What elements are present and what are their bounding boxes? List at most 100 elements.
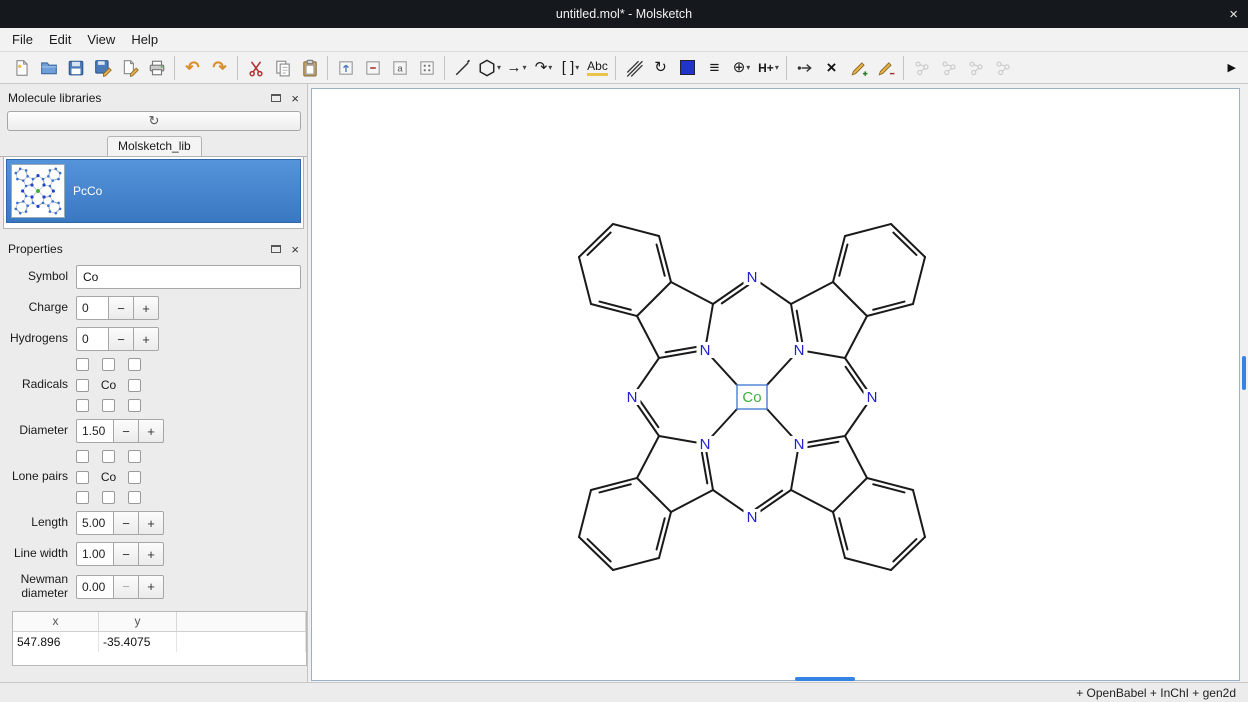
color-swatch-button[interactable] — [674, 55, 701, 81]
copy-button[interactable] — [269, 55, 296, 81]
symbol-input[interactable] — [76, 265, 301, 289]
hydrogens-spinbox: 0 − + — [76, 327, 159, 351]
tab-molsketch-lib[interactable]: Molsketch_lib — [107, 136, 202, 156]
line-width-value[interactable]: 1.00 — [76, 542, 114, 566]
horizontal-scrollbar-handle[interactable] — [795, 677, 855, 681]
length-value[interactable]: 5.00 — [76, 511, 114, 535]
lone-pair-checkbox[interactable] — [76, 450, 89, 463]
drawing-canvas[interactable]: N N N N N N N N Co — [311, 88, 1240, 681]
nitrogen-atom-label[interactable]: N — [700, 342, 711, 359]
radical-checkbox[interactable] — [102, 358, 115, 371]
decrease-charge-button[interactable] — [872, 55, 899, 81]
radical-checkbox[interactable] — [76, 399, 89, 412]
arrow-tool-button[interactable]: →▾ — [503, 55, 530, 81]
clipboard-remove-button[interactable] — [359, 55, 386, 81]
hydrogen-tool-button[interactable]: H+▾ — [755, 55, 782, 81]
dock-splitter[interactable] — [0, 229, 307, 239]
nitrogen-atom-label[interactable]: N — [747, 269, 758, 286]
open-file-button[interactable] — [35, 55, 62, 81]
float-panel-icon[interactable] — [271, 245, 281, 253]
line-width-increment-button[interactable]: + — [138, 542, 164, 566]
coord-column-y[interactable]: y — [99, 612, 177, 631]
clipboard-grid-button[interactable] — [413, 55, 440, 81]
lone-pair-checkbox[interactable] — [128, 491, 141, 504]
save-button[interactable] — [62, 55, 89, 81]
export-button-icon — [121, 59, 139, 77]
float-panel-icon[interactable] — [271, 94, 281, 102]
nitrogen-atom-label[interactable]: N — [627, 389, 638, 406]
ring-tool-button[interactable]: ▾ — [476, 55, 503, 81]
hash-bond-tool-button[interactable] — [620, 55, 647, 81]
clipboard-add-button[interactable] — [332, 55, 359, 81]
undo-button[interactable]: ↶ — [179, 55, 206, 81]
redo-button[interactable]: ↷ — [206, 55, 233, 81]
radical-checkbox[interactable] — [76, 358, 89, 371]
reaction-tool-button[interactable] — [791, 55, 818, 81]
export-button[interactable] — [116, 55, 143, 81]
line-width-button[interactable]: ≡ — [701, 55, 728, 81]
radical-checkbox[interactable] — [128, 379, 141, 392]
radical-checkbox[interactable] — [76, 379, 89, 392]
window-close-button[interactable]: × — [1229, 0, 1238, 28]
molecule-structure[interactable]: N N N N N N N N Co — [312, 89, 1239, 680]
charge-row: Charge 0 − + — [6, 296, 301, 320]
draw-tool-button[interactable] — [449, 55, 476, 81]
nitrogen-atom-label[interactable]: N — [747, 509, 758, 526]
charge-increment-button[interactable]: + — [133, 296, 159, 320]
lone-pair-checkbox[interactable] — [128, 471, 141, 484]
library-item-pcco[interactable]: PcCo — [6, 159, 301, 223]
paste-button[interactable] — [296, 55, 323, 81]
diameter-decrement-button[interactable]: − — [113, 419, 139, 443]
ring-tool-button-icon — [478, 59, 496, 77]
radical-checkbox[interactable] — [128, 358, 141, 371]
coord-y-value[interactable]: -35.4075 — [99, 632, 177, 652]
nitrogen-atom-label[interactable]: N — [794, 436, 805, 453]
nitrogen-atom-label[interactable]: N — [867, 389, 878, 406]
menu-file[interactable]: File — [4, 29, 41, 50]
lone-pair-checkbox[interactable] — [102, 491, 115, 504]
toolbar-extender-button[interactable]: ▶ — [1220, 61, 1244, 74]
properties-panel-close-icon[interactable]: × — [291, 243, 299, 256]
nitrogen-atom-label[interactable]: N — [700, 436, 711, 453]
diameter-value[interactable]: 1.50 — [76, 419, 114, 443]
menu-edit[interactable]: Edit — [41, 29, 79, 50]
hydrogens-increment-button[interactable]: + — [133, 327, 159, 351]
mechanism-arrow-tool-button[interactable]: ↷▾ — [530, 55, 557, 81]
radical-checkbox[interactable] — [128, 399, 141, 412]
lone-pair-checkbox[interactable] — [76, 471, 89, 484]
hydrogens-value[interactable]: 0 — [76, 327, 109, 351]
length-increment-button[interactable]: + — [138, 511, 164, 535]
print-button[interactable] — [143, 55, 170, 81]
length-decrement-button[interactable]: − — [113, 511, 139, 535]
charge-value[interactable]: 0 — [76, 296, 109, 320]
center-atom-label[interactable]: Co — [742, 389, 761, 406]
library-panel-close-icon[interactable]: × — [291, 92, 299, 105]
nitrogen-atom-label[interactable]: N — [794, 342, 805, 359]
rotate-tool-button[interactable]: ↻ — [647, 55, 674, 81]
lone-pair-checkbox[interactable] — [128, 450, 141, 463]
newman-diameter-increment-button[interactable]: + — [138, 575, 164, 599]
charge-decrement-button[interactable]: − — [108, 296, 134, 320]
increase-charge-button[interactable] — [845, 55, 872, 81]
lone-pair-checkbox[interactable] — [76, 491, 89, 504]
cut-button[interactable] — [242, 55, 269, 81]
library-refresh-button[interactable]: ↻ — [7, 111, 301, 131]
charge-tool-button[interactable]: ⊕▾ — [728, 55, 755, 81]
clipboard-text-button[interactable]: a — [386, 55, 413, 81]
delete-tool-button[interactable]: × — [818, 55, 845, 81]
coord-x-value[interactable]: 547.896 — [13, 632, 99, 652]
lone-pair-checkbox[interactable] — [102, 450, 115, 463]
newman-diameter-value[interactable]: 0.00 — [76, 575, 114, 599]
menu-view[interactable]: View — [79, 29, 123, 50]
save-as-button[interactable] — [89, 55, 116, 81]
coord-column-x[interactable]: x — [13, 612, 99, 631]
new-file-button[interactable] — [8, 55, 35, 81]
bracket-tool-button[interactable]: [ ]▾ — [557, 55, 584, 81]
radical-checkbox[interactable] — [102, 399, 115, 412]
hydrogens-decrement-button[interactable]: − — [108, 327, 134, 351]
vertical-scrollbar-handle[interactable] — [1242, 356, 1246, 390]
diameter-increment-button[interactable]: + — [138, 419, 164, 443]
line-width-decrement-button[interactable]: − — [113, 542, 139, 566]
menu-help[interactable]: Help — [123, 29, 166, 50]
text-tool-button[interactable]: Abc — [584, 55, 611, 81]
